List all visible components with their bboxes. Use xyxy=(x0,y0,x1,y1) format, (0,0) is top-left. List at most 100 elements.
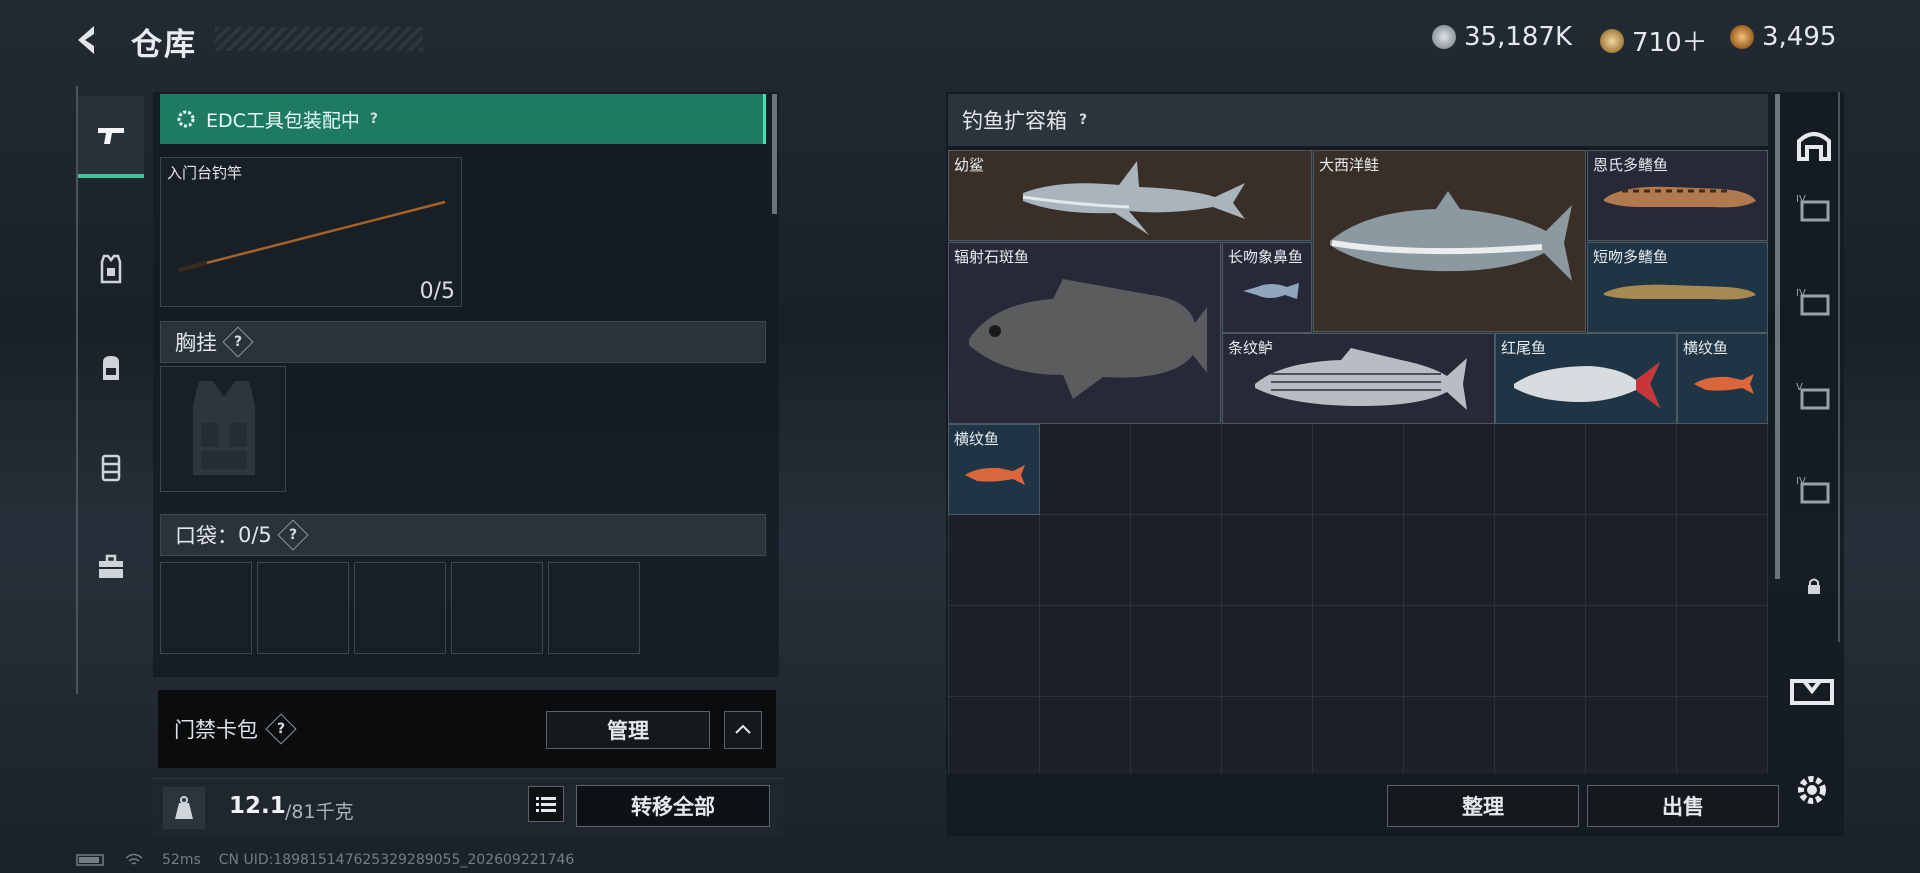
storage-title: 钓鱼扩容箱 xyxy=(962,109,1067,133)
pockets-count: 0/5 xyxy=(238,523,272,547)
chest-rig-header: 胸挂 ? xyxy=(160,321,766,363)
elephantnose-image xyxy=(1243,283,1299,299)
status-bar: 52ms CN UID:189815147625329289055_202609… xyxy=(76,852,574,868)
item-short-snout-bichir[interactable]: 短吻多鳍鱼 xyxy=(1587,242,1768,333)
help-icon[interactable]: ? xyxy=(222,326,254,358)
container-tab-1[interactable]: IV xyxy=(1792,188,1836,232)
item-red-tail-fish[interactable]: 红尾鱼 xyxy=(1495,333,1677,424)
weight-current: 12.1 xyxy=(229,793,286,819)
nav-backpack[interactable] xyxy=(78,326,144,408)
item-striped-bass[interactable]: 条纹鲈 xyxy=(1222,333,1495,424)
container-tab-4[interactable]: IV xyxy=(1792,470,1836,514)
item-name: 大西洋鲑 xyxy=(1319,156,1380,174)
currency-value: 35,187K xyxy=(1464,22,1573,52)
salmon-image xyxy=(1330,191,1572,281)
help-icon[interactable]: ? xyxy=(277,519,309,551)
chest-rig-slot[interactable] xyxy=(160,366,286,492)
rod-count: 0/5 xyxy=(419,279,455,304)
item-atlantic-salmon[interactable]: 大西洋鲑 xyxy=(1313,150,1586,332)
help-icon[interactable]: ? xyxy=(1079,112,1087,128)
grouper-image xyxy=(969,279,1207,399)
redtail-image xyxy=(1514,362,1660,408)
case-icon: IV xyxy=(1796,288,1830,316)
banded-fish-image xyxy=(965,465,1025,485)
storage-header: 钓鱼扩容箱 ? xyxy=(948,94,1768,146)
list-view-button[interactable] xyxy=(528,786,564,822)
back-button[interactable] xyxy=(70,20,122,60)
rig-icon xyxy=(101,454,121,482)
silver-coin-icon xyxy=(1432,25,1456,49)
storage-scrollbar[interactable] xyxy=(1775,94,1780,579)
currency-silver[interactable]: 35,187K xyxy=(1432,22,1572,52)
right-container-nav: IV IV V IV xyxy=(1784,92,1840,642)
settings-button[interactable] xyxy=(1790,768,1834,812)
pockets-label: 口袋： xyxy=(175,524,238,548)
pistol-icon xyxy=(98,128,124,144)
pocket-slot-3[interactable] xyxy=(354,562,446,654)
pockets-header: 口袋： 0/5 ? xyxy=(160,514,766,556)
case-icon: V xyxy=(1796,382,1830,410)
ping-value: 52ms xyxy=(162,852,201,868)
organize-button[interactable]: 整理 xyxy=(1387,785,1579,827)
item-name: 横纹鱼 xyxy=(1683,339,1729,357)
nav-weapon[interactable] xyxy=(78,96,144,178)
pocket-slot-1[interactable] xyxy=(160,562,252,654)
vault-icon xyxy=(1797,132,1831,161)
container-tab-3[interactable]: V xyxy=(1792,376,1836,420)
gold-coin-icon xyxy=(1730,25,1754,49)
container-tab-2[interactable]: IV xyxy=(1792,282,1836,326)
nav-armor[interactable] xyxy=(78,228,144,310)
transfer-all-button[interactable]: 转移全部 xyxy=(576,785,770,827)
battery-icon xyxy=(76,854,104,866)
currency-bronze[interactable]: 710＋ xyxy=(1600,22,1708,59)
item-banded-fish[interactable]: 横纹鱼 xyxy=(1677,333,1768,424)
toolbox-icon xyxy=(99,554,123,578)
page-title: 仓库 xyxy=(131,27,197,63)
pocket-slot-5[interactable] xyxy=(548,562,640,654)
bronze-token-icon xyxy=(1600,28,1624,53)
chest-rig-label: 胸挂 xyxy=(175,331,217,355)
armor-vest-icon xyxy=(100,254,122,284)
sell-button[interactable]: 出售 xyxy=(1587,785,1779,827)
expand-storage-button[interactable] xyxy=(1790,670,1834,714)
collapse-button[interactable] xyxy=(724,711,762,749)
bass-image xyxy=(1255,348,1467,410)
svg-text:IV: IV xyxy=(1796,288,1806,299)
wifi-icon xyxy=(125,853,143,865)
manage-button[interactable]: 管理 xyxy=(546,711,710,749)
loadout-scrollbar[interactable] xyxy=(772,94,777,214)
rod-name: 入门台钓竿 xyxy=(167,164,243,182)
weight-max: /81千克 xyxy=(285,801,354,823)
item-radiated-grouper[interactable]: 辐射石斑鱼 xyxy=(948,242,1221,424)
banded-fish-image xyxy=(1694,374,1754,394)
svg-text:IV: IV xyxy=(1796,194,1806,205)
item-name: 辐射石斑鱼 xyxy=(954,248,1030,266)
locked-tab[interactable] xyxy=(1792,564,1836,608)
gear-icon xyxy=(1798,776,1826,804)
back-arrow-icon xyxy=(78,26,94,54)
rod-slot[interactable]: 入门台钓竿 0/5 xyxy=(160,157,462,307)
help-icon[interactable]: ? xyxy=(370,111,378,127)
case-icon: IV xyxy=(1796,194,1830,222)
item-name: 恩氏多鳍鱼 xyxy=(1593,156,1669,174)
edc-label: EDC工具包装配中 xyxy=(206,109,360,132)
case-icon: IV xyxy=(1796,476,1830,504)
pocket-slot-2[interactable] xyxy=(257,562,349,654)
item-ornate-bichir[interactable]: 恩氏多鳍鱼 xyxy=(1587,150,1768,241)
nav-rig[interactable] xyxy=(78,426,144,508)
chest-rig-placeholder-icon xyxy=(193,381,255,475)
pocket-slot-4[interactable] xyxy=(451,562,543,654)
gear-spin-icon xyxy=(177,110,195,128)
item-elephantnose-fish[interactable]: 长吻象鼻鱼 xyxy=(1222,242,1312,333)
bichir-image xyxy=(1604,186,1756,208)
edc-status-banner[interactable]: EDC工具包装配中 ? xyxy=(160,94,766,144)
item-young-shark[interactable]: 幼鲨 xyxy=(948,150,1312,241)
currency-gold[interactable]: 3,495 xyxy=(1730,22,1836,52)
item-banded-fish[interactable]: 横纹鱼 xyxy=(948,424,1040,515)
storage-expand-icon xyxy=(1790,679,1834,705)
storage-home-tab[interactable] xyxy=(1792,122,1836,166)
help-icon[interactable]: ? xyxy=(265,713,297,745)
nav-toolbox[interactable] xyxy=(78,526,144,608)
lock-icon xyxy=(1808,578,1820,594)
backpack-icon xyxy=(103,356,119,380)
